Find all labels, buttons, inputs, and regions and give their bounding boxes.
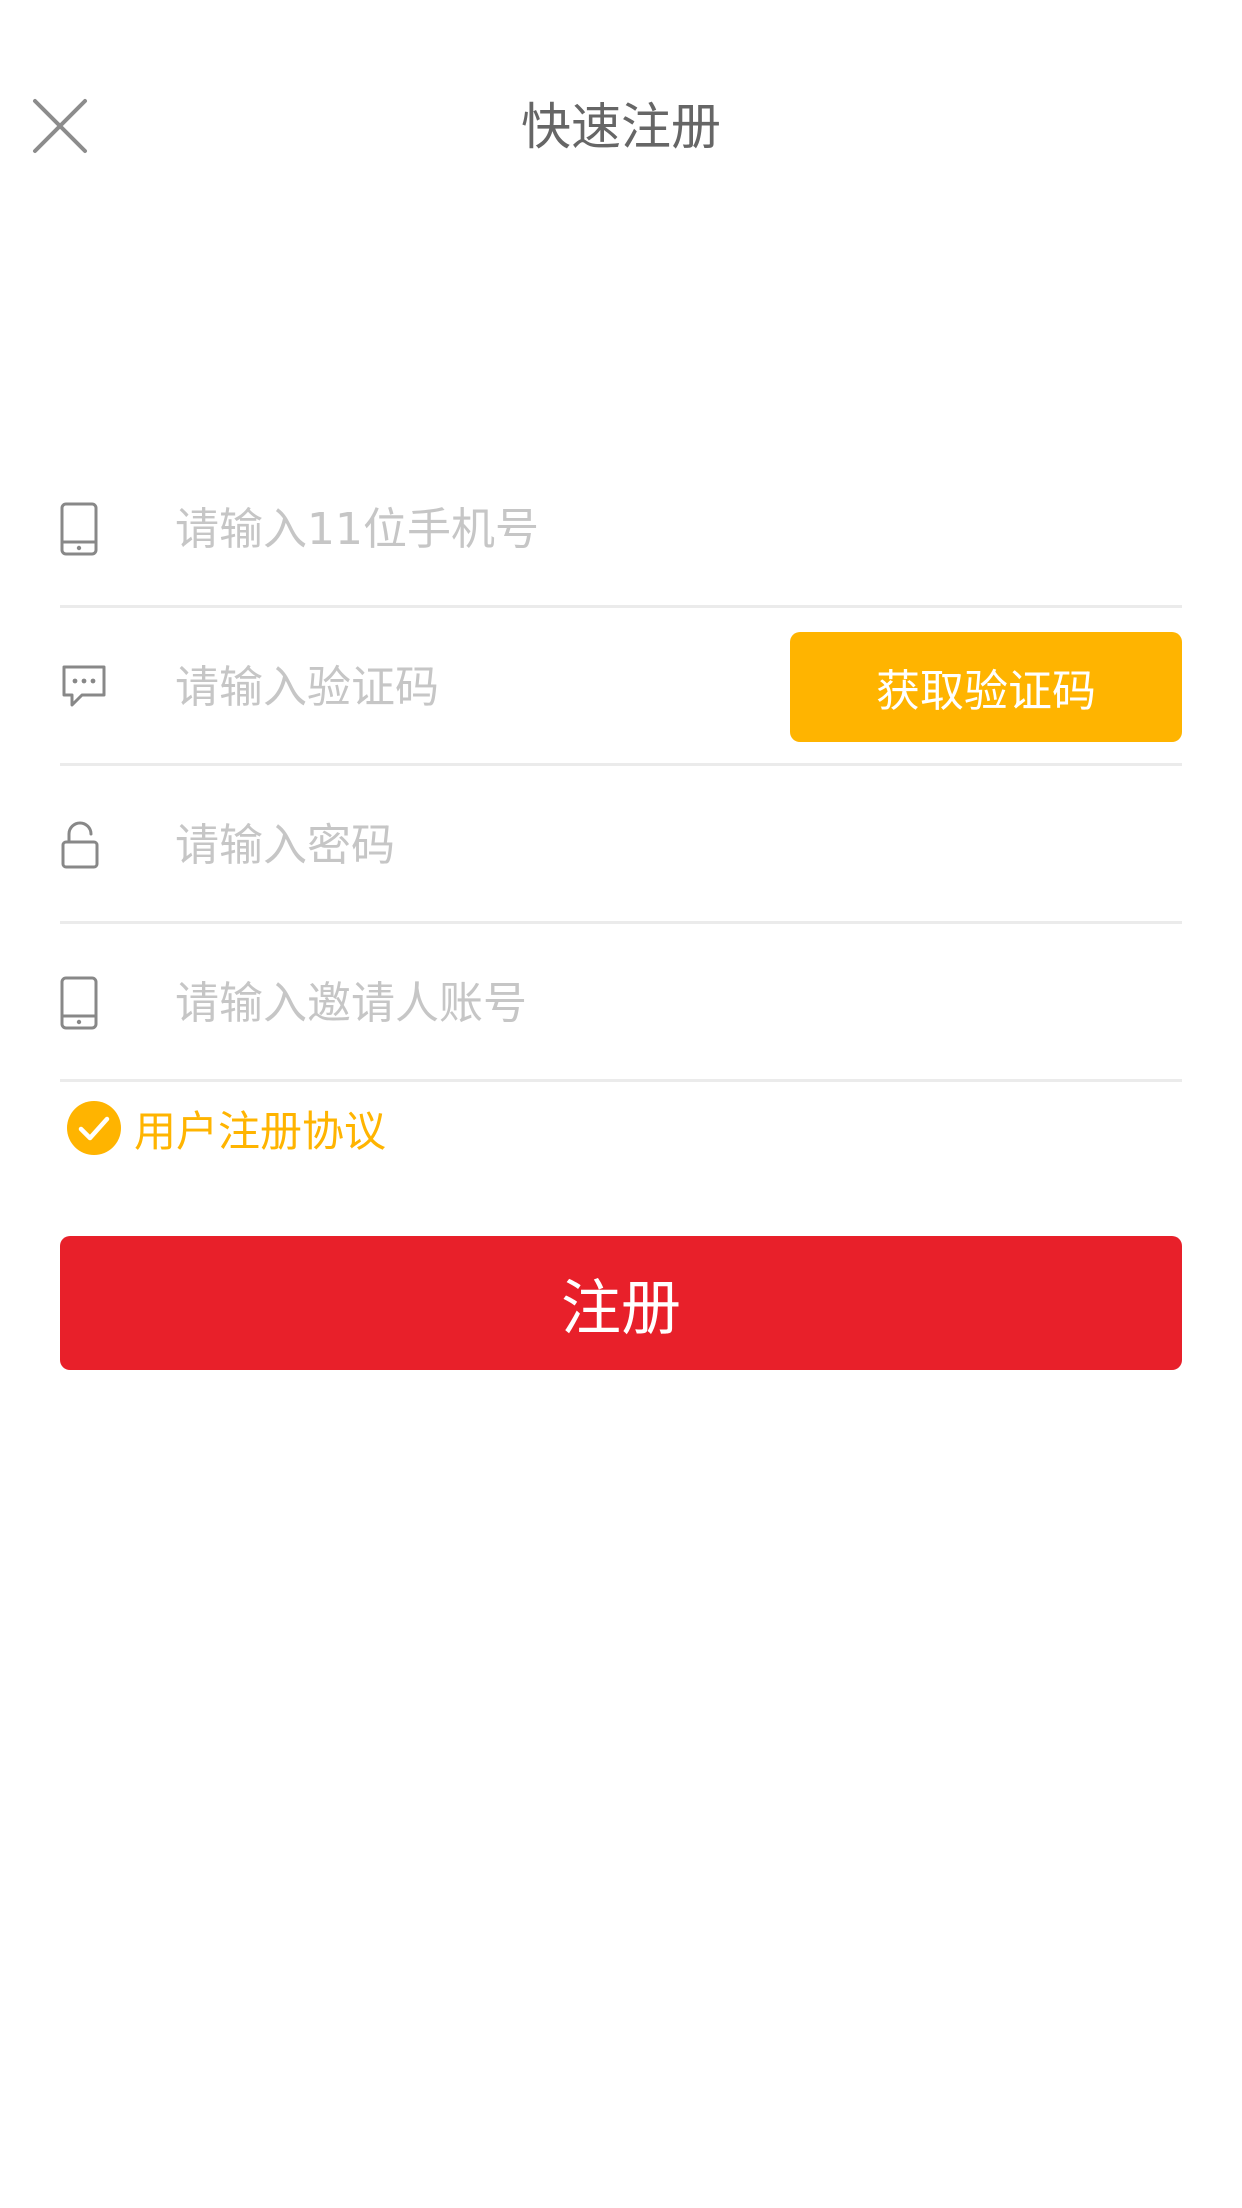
agreement-link[interactable]: 用户注册协议 — [134, 1098, 386, 1159]
inviter-input[interactable] — [175, 964, 1175, 1042]
phone-input[interactable] — [175, 490, 1175, 568]
get-code-button[interactable]: 获取验证码 — [790, 632, 1182, 742]
password-field-row — [60, 766, 1182, 924]
agreement-row: 用户注册协议 — [66, 1100, 386, 1156]
lock-icon — [60, 766, 118, 924]
register-button[interactable]: 注册 — [60, 1236, 1182, 1370]
code-input[interactable] — [175, 648, 735, 726]
code-field-row: 获取验证码 — [60, 608, 1182, 766]
message-icon — [60, 608, 118, 766]
inviter-field-row — [60, 924, 1182, 1082]
phone-field-row — [60, 450, 1182, 608]
header: 快速注册 — [0, 60, 1242, 190]
phone-icon — [60, 450, 118, 608]
page-title: 快速注册 — [521, 98, 721, 156]
password-input[interactable] — [175, 806, 1175, 884]
phone-icon — [60, 924, 118, 1082]
checkmark-icon[interactable] — [66, 1100, 122, 1156]
register-form: 获取验证码 — [60, 450, 1182, 1082]
